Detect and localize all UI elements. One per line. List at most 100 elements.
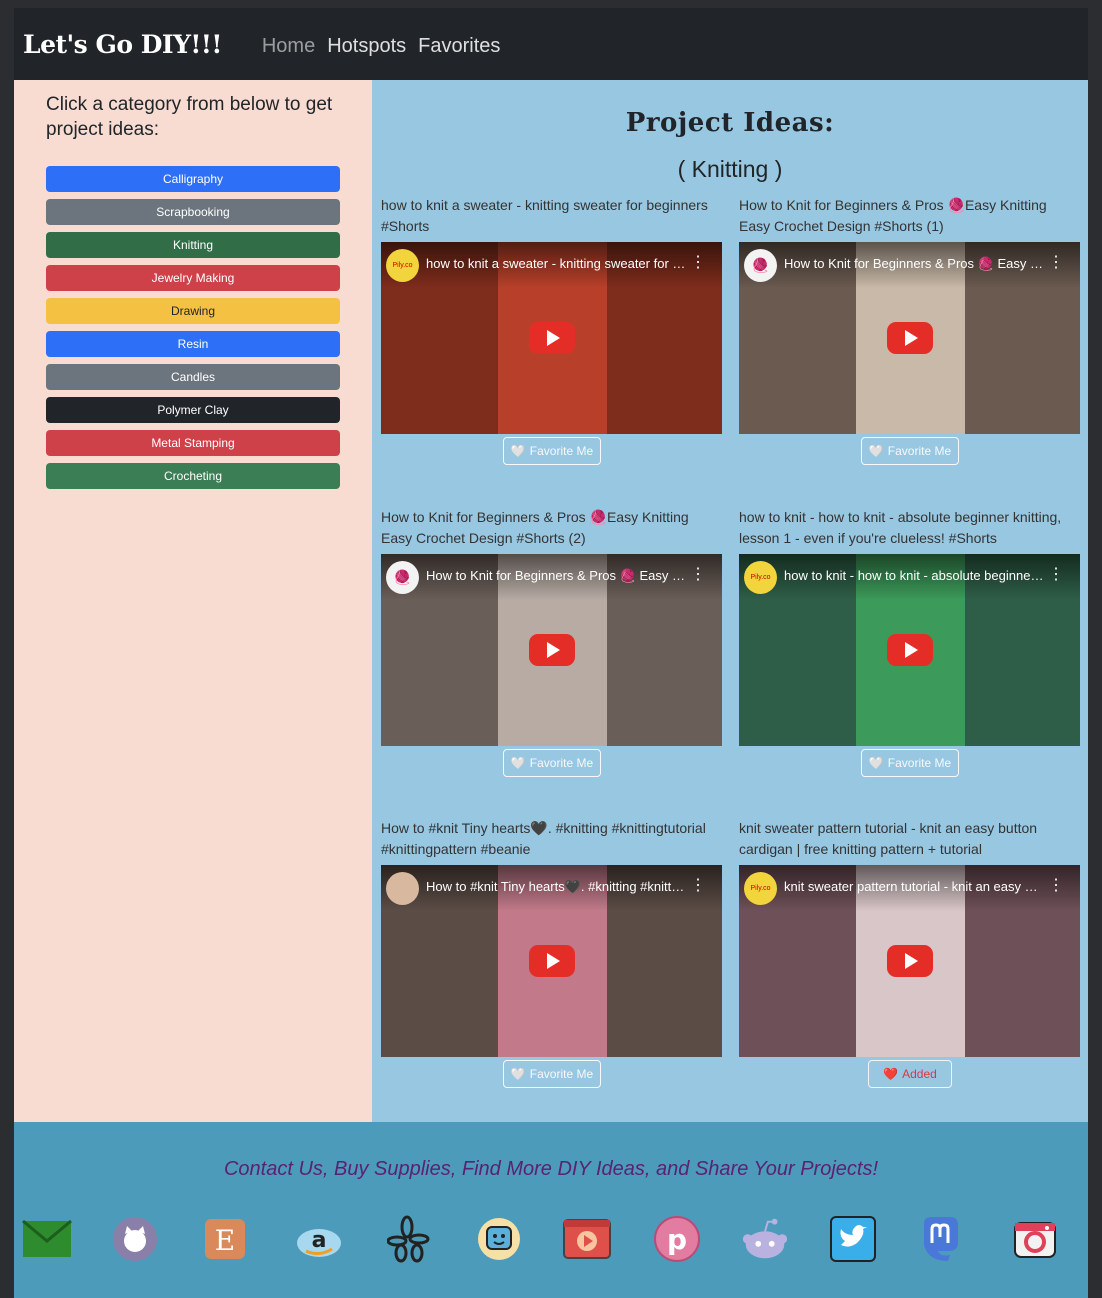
video-card-title: how to knit - how to knit - absolute beg… [739, 509, 1062, 546]
video-overlay-title[interactable]: How to #knit Tiny hearts🖤. #knitting #kn… [426, 879, 686, 895]
video-player[interactable]: Pily.co how to knit - how to knit - abso… [739, 554, 1080, 746]
favorite-button[interactable]: 🤍 Favorite Me [503, 437, 601, 465]
play-icon [547, 953, 560, 969]
play-icon [547, 642, 560, 658]
video-overlay-title[interactable]: knit sweater pattern tutorial - knit an … [784, 879, 1044, 894]
video-card-title: How to Knit for Beginners & Pros 🧶Easy K… [739, 197, 1047, 234]
video-card-title: knit sweater pattern tutorial - knit an … [739, 820, 1038, 857]
heart-icon: 🤍 [510, 1067, 526, 1081]
reddit-icon[interactable] [740, 1214, 790, 1264]
mastodon-icon[interactable] [916, 1214, 966, 1264]
video-overlay-title[interactable]: How to Knit for Beginners & Pros 🧶 Easy … [426, 568, 686, 584]
category-subtitle: ( Knitting ) [677, 156, 783, 182]
instagram-icon[interactable] [1010, 1214, 1060, 1264]
play-button[interactable] [529, 945, 575, 977]
favorite-label: Favorite Me [529, 1067, 594, 1081]
play-icon [905, 330, 918, 346]
play-icon [905, 642, 918, 658]
video-player[interactable]: 🧶 How to Knit for Beginners & Pros 🧶 Eas… [381, 554, 722, 746]
category-button-knitting[interactable]: Knitting [46, 232, 340, 258]
more-options-icon[interactable]: ⋮ [690, 878, 706, 894]
channel-avatar[interactable]: 🧶 [386, 561, 419, 594]
category-button-jewelry-making[interactable]: Jewelry Making [46, 265, 340, 291]
nav-favorites[interactable]: Favorites [418, 35, 500, 58]
footer-tagline: Contact Us, Buy Supplies, Find More DIY … [223, 1158, 879, 1180]
category-button-metal-stamping[interactable]: Metal Stamping [46, 430, 340, 456]
footer: Contact Us, Buy Supplies, Find More DIY … [14, 1122, 1088, 1298]
yelp-icon[interactable] [384, 1214, 434, 1264]
video-overlay-title[interactable]: How to Knit for Beginners & Pros 🧶 Easy … [784, 256, 1044, 272]
channel-name: Pily.co [750, 574, 771, 581]
video-card: knit sweater pattern tutorial - knit an … [739, 818, 1080, 1057]
etsy-icon[interactable]: E [200, 1214, 250, 1264]
github-icon[interactable] [110, 1214, 160, 1264]
category-button-drawing[interactable]: Drawing [46, 298, 340, 324]
video-player[interactable]: Pily.co knit sweater pattern tutorial - … [739, 865, 1080, 1057]
video-player[interactable]: How to #knit Tiny hearts🖤. #knitting #kn… [381, 865, 722, 1057]
more-options-icon[interactable]: ⋮ [1048, 255, 1064, 271]
video-card: How to Knit for Beginners & Pros 🧶Easy K… [381, 507, 722, 746]
favorite-button[interactable]: 🤍 Favorite Me [861, 437, 959, 465]
more-options-icon[interactable]: ⋮ [1048, 878, 1064, 894]
amazon-icon[interactable]: a [294, 1214, 344, 1264]
video-overlay-title[interactable]: how to knit a sweater - knitting sweater… [426, 256, 686, 271]
favorite-button[interactable]: 🤍 Favorite Me [503, 1060, 601, 1088]
category-button-calligraphy[interactable]: Calligraphy [46, 166, 340, 192]
channel-avatar[interactable]: Pily.co [744, 872, 777, 905]
favorite-label: Added [902, 1067, 937, 1081]
play-icon [547, 330, 560, 346]
play-button[interactable] [887, 945, 933, 977]
video-player[interactable]: Pily.co how to knit a sweater - knitting… [381, 242, 722, 434]
video-card: how to knit - how to knit - absolute beg… [739, 507, 1080, 746]
play-button[interactable] [529, 322, 575, 354]
brand-logo[interactable]: Let's Go DIY!!! [23, 30, 222, 59]
heart-icon: 🤍 [510, 756, 526, 770]
channel-name: Pily.co [392, 262, 413, 269]
red-heart-icon: ❤️ [883, 1067, 899, 1081]
svg-text:a: a [312, 1228, 327, 1253]
mail-icon[interactable] [22, 1214, 72, 1264]
heart-icon: 🤍 [510, 444, 526, 458]
favorite-button[interactable]: 🤍 Favorite Me [503, 749, 601, 777]
category-button-candles[interactable]: Candles [46, 364, 340, 390]
svg-text:p: p [667, 1223, 687, 1256]
play-button[interactable] [529, 634, 575, 666]
video-card: How to Knit for Beginners & Pros 🧶Easy K… [739, 195, 1080, 434]
video-card: How to #knit Tiny hearts🖤. #knitting #kn… [381, 818, 722, 1057]
more-options-icon[interactable]: ⋮ [690, 567, 706, 583]
category-button-scrapbooking[interactable]: Scrapbooking [46, 199, 340, 225]
favorite-button-added[interactable]: ❤️ Added [868, 1060, 952, 1088]
favorite-button[interactable]: 🤍 Favorite Me [861, 749, 959, 777]
play-button[interactable] [887, 322, 933, 354]
category-sidebar: Click a category from below to get proje… [14, 80, 372, 1122]
video-card-title: how to knit a sweater - knitting sweater… [381, 197, 708, 234]
sidebar-title: Click a category from below to get proje… [46, 94, 333, 140]
channel-avatar[interactable]: Pily.co [386, 249, 419, 282]
nav-hotspots[interactable]: Hotspots [327, 35, 406, 58]
more-options-icon[interactable]: ⋮ [1048, 567, 1064, 583]
video-card-title: How to #knit Tiny hearts🖤. #knitting #kn… [381, 820, 706, 857]
nav-home[interactable]: Home [262, 35, 315, 58]
favorite-label: Favorite Me [887, 444, 952, 458]
category-button-polymer-clay[interactable]: Polymer Clay [46, 397, 340, 423]
channel-avatar[interactable] [386, 872, 419, 905]
navbar: Let's Go DIY!!! Home Hotspots Favorites [14, 8, 1088, 80]
play-button[interactable] [887, 634, 933, 666]
category-button-resin[interactable]: Resin [46, 331, 340, 357]
video-overlay-title[interactable]: how to knit - how to knit - absolute beg… [784, 568, 1044, 583]
category-button-crocheting[interactable]: Crocheting [46, 463, 340, 489]
video-player-icon[interactable] [562, 1214, 612, 1264]
waze-icon[interactable] [474, 1214, 524, 1264]
video-player[interactable]: 🧶 How to Knit for Beginners & Pros 🧶 Eas… [739, 242, 1080, 434]
category-list: Calligraphy Scrapbooking Knitting Jewelr… [46, 166, 340, 496]
play-icon [905, 953, 918, 969]
svg-text:E: E [215, 1224, 235, 1257]
channel-avatar[interactable]: 🧶 [744, 249, 777, 282]
twitter-icon[interactable] [828, 1214, 878, 1264]
channel-avatar[interactable]: Pily.co [744, 561, 777, 594]
pinterest-icon[interactable]: p [652, 1214, 702, 1264]
favorite-label: Favorite Me [529, 756, 594, 770]
video-card-title: How to Knit for Beginners & Pros 🧶Easy K… [381, 509, 689, 546]
favorite-label: Favorite Me [887, 756, 952, 770]
more-options-icon[interactable]: ⋮ [690, 255, 706, 271]
